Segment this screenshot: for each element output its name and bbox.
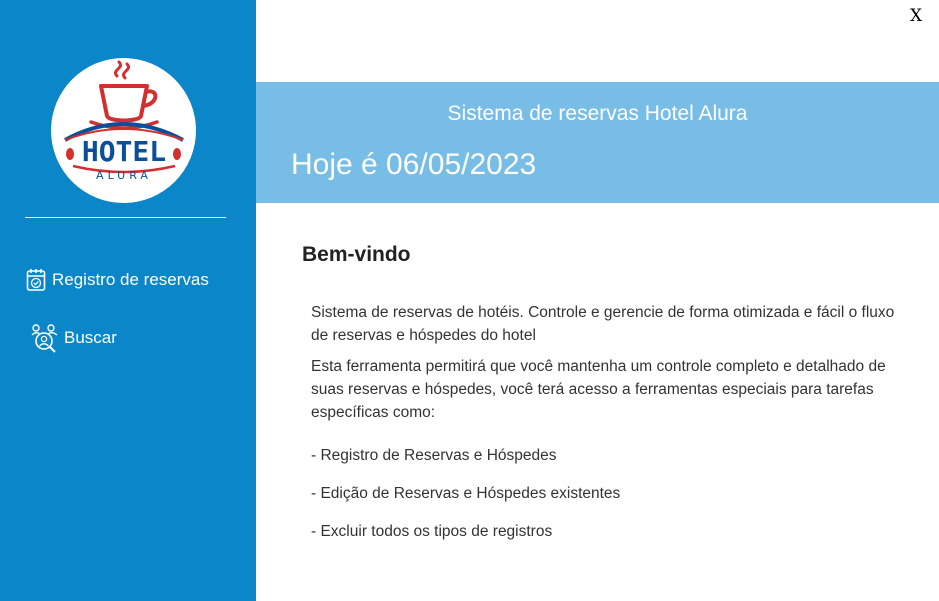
logo-title: HOTEL (82, 135, 166, 168)
current-date-label: Hoje é 06/05/2023 (291, 148, 537, 181)
header-banner: Sistema de reservas Hotel Alura Hoje é 0… (256, 82, 939, 203)
sidebar: HOTEL ALURA Registro de reservas Buscar (0, 0, 256, 601)
logo-subtitle: ALURA (96, 169, 152, 182)
intro-paragraph: Sistema de reservas de hotéis. Controle … (311, 304, 895, 344)
sidebar-item-label: Registro de reservas (52, 270, 209, 289)
feature-item: - Edição de Reservas e Hóspedes existent… (311, 485, 621, 502)
feature-item: - Excluir todos os tipos de registros (311, 523, 553, 540)
welcome-heading: Bem-vindo (302, 243, 411, 266)
close-button[interactable]: X (906, 6, 926, 26)
header-title: Sistema de reservas Hotel Alura (447, 102, 748, 125)
calendar-check-icon (25, 268, 47, 292)
sidebar-item-buscar[interactable]: Buscar (31, 323, 117, 353)
sidebar-divider (25, 217, 226, 218)
description-paragraph: Esta ferramenta permitirá que você mante… (311, 358, 886, 421)
hotel-logo: HOTEL ALURA (51, 58, 196, 203)
feature-item: - Registro de Reservas e Hóspedes (311, 447, 557, 464)
sidebar-item-label: Buscar (64, 328, 117, 347)
user-search-icon (31, 323, 59, 353)
sidebar-item-registro-de-reservas[interactable]: Registro de reservas (25, 268, 209, 292)
